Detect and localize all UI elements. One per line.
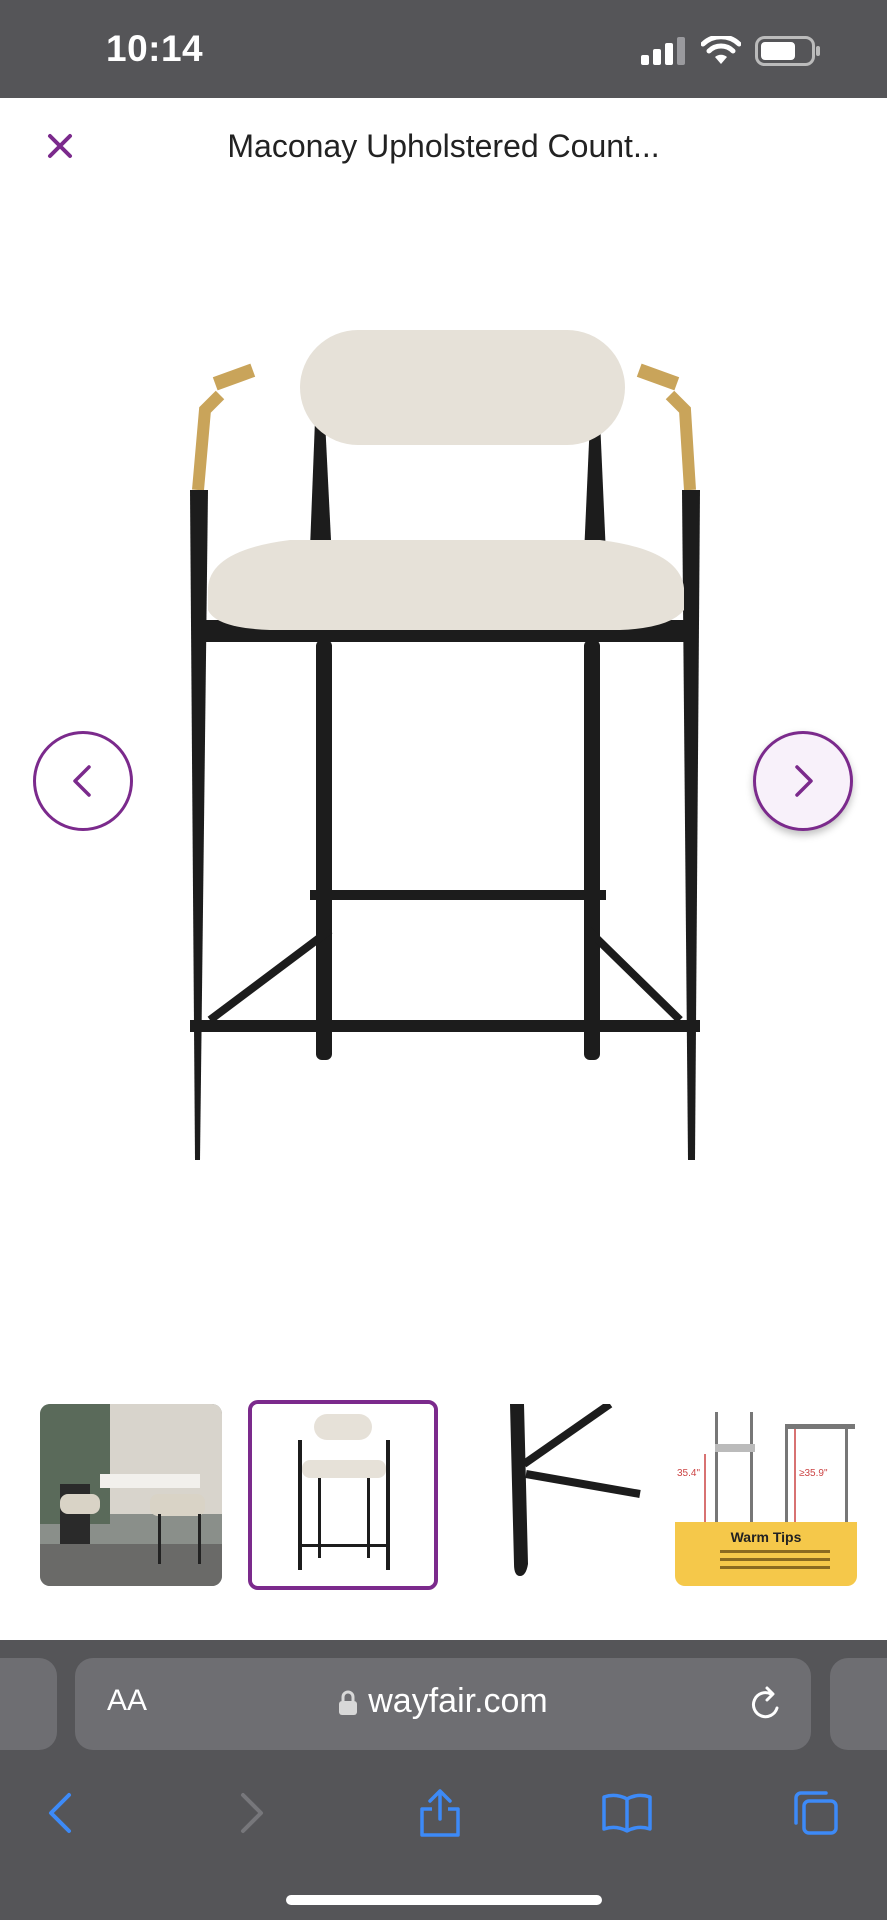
reload-icon[interactable] <box>747 1684 785 1724</box>
status-icons <box>641 36 821 66</box>
share-icon <box>420 1789 460 1837</box>
bookmarks-icon <box>602 1793 652 1833</box>
previous-image-button[interactable] <box>33 731 133 831</box>
chevron-left-icon <box>73 765 91 797</box>
dimension-label-right: ≥35.9" <box>799 1468 828 1479</box>
cellular-signal-icon <box>641 37 685 65</box>
next-image-button[interactable] <box>753 731 853 831</box>
page-title: Maconay Upholstered Count... <box>227 128 660 164</box>
back-button[interactable] <box>30 1783 90 1843</box>
thumbnail-chair-front[interactable] <box>248 1400 438 1590</box>
thumbnail-dimensions[interactable]: 35.4" ≥35.9" Warm Tips <box>675 1404 857 1586</box>
status-time: 10:14 <box>106 28 204 69</box>
thumbnail-leg-detail[interactable] <box>500 1404 682 1586</box>
close-icon <box>48 134 72 158</box>
next-tab-preview[interactable] <box>830 1658 887 1750</box>
chair-illustration <box>190 330 700 1160</box>
tabs-icon <box>794 1791 838 1835</box>
battery-icon <box>755 36 820 66</box>
thumbnail-strip: 35.4" ≥35.9" Warm Tips <box>0 1395 887 1595</box>
thumbnail-room-scene[interactable] <box>40 1404 222 1586</box>
browser-url-bar-area: AA wayfair.com <box>0 1640 887 1753</box>
url-text: wayfair.com <box>368 1682 548 1720</box>
warm-tips-label: Warm Tips <box>731 1529 802 1545</box>
bookmarks-button[interactable] <box>597 1783 657 1843</box>
browser-toolbar <box>0 1753 887 1920</box>
home-indicator <box>286 1895 602 1905</box>
tabs-button[interactable] <box>786 1783 846 1843</box>
forward-button[interactable] <box>222 1783 282 1843</box>
product-header: Maconay Upholstered Count... <box>0 98 887 202</box>
address-bar[interactable]: AA wayfair.com <box>75 1658 811 1750</box>
previous-tab-preview[interactable] <box>0 1658 57 1750</box>
share-button[interactable] <box>410 1783 470 1843</box>
lock-icon <box>339 1690 358 1716</box>
forward-icon <box>241 1793 263 1833</box>
status-bar: 10:14 <box>0 0 887 98</box>
product-image[interactable] <box>150 330 740 1190</box>
url-display[interactable]: wayfair.com <box>75 1682 811 1721</box>
dimension-label-left: 35.4" <box>677 1468 700 1479</box>
chevron-right-icon <box>795 765 813 797</box>
close-button[interactable] <box>40 126 80 166</box>
wifi-icon <box>701 36 741 64</box>
back-icon <box>49 1793 71 1833</box>
